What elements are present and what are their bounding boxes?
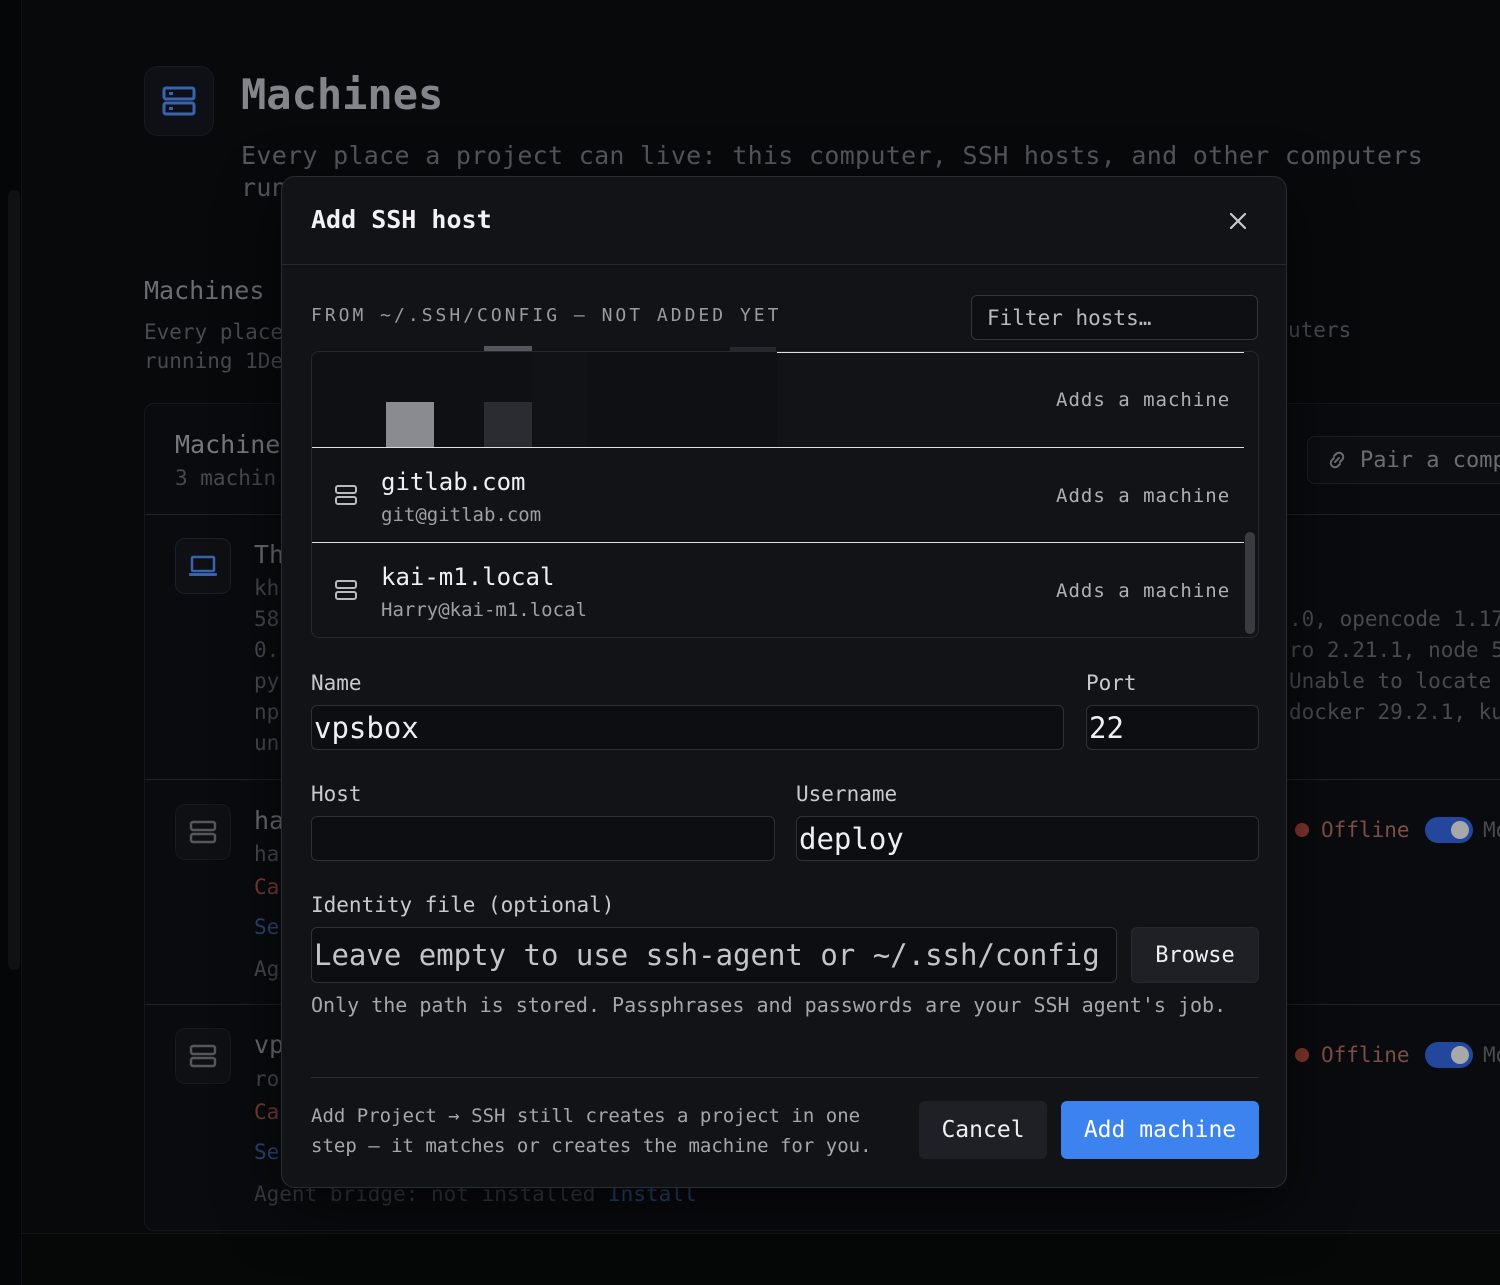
toggle-label: Mo [1483,1043,1500,1067]
server-icon [335,580,357,600]
machine-detail: 58 [254,607,280,631]
machine-link[interactable]: Se [254,915,279,939]
ssh-host-list: Adds a machine gitlab.com git@gitlab.com… [311,351,1259,638]
machine-toggle[interactable] [1425,817,1473,843]
host-input[interactable] [311,816,775,861]
filter-hosts-input[interactable] [971,295,1258,340]
name-label: Name [311,671,362,695]
link-icon [1329,451,1345,469]
bottom-bar [22,1233,1500,1285]
identity-file-label: Identity file (optional) [311,893,615,917]
offline-dot-icon [1295,823,1309,837]
machine-host: ha [254,842,280,866]
status-badge: Offline [1295,1043,1410,1067]
port-input[interactable] [1086,705,1259,750]
render-artifact [386,402,434,447]
port-label: Port [1086,671,1137,695]
page-icon [144,66,214,136]
identity-help-text: Only the path is stored. Passphrases and… [311,993,1227,1017]
machine-detail: kh [254,576,280,600]
section-subtitle-fragment: uters [1288,318,1352,342]
machine-icon [175,538,231,594]
dialog-header: Add SSH host [282,177,1286,265]
machine-name: Th [254,540,285,569]
host-list-scrollbar[interactable] [1245,532,1255,634]
page-title: Machines [241,70,444,119]
server-icon [335,485,357,505]
add-ssh-host-dialog: Add SSH host FROM ~/.SSH/CONFIG — NOT AD… [281,176,1287,1188]
machine-agent: Ag [254,957,280,981]
status-label: Offline [1321,1043,1410,1067]
host-name: gitlab.com [381,468,526,496]
status-label: Offline [1321,818,1410,842]
host-action: Adds a machine [1056,580,1231,602]
machine-link[interactable]: Se [254,1140,279,1164]
server-icon [162,86,196,116]
host-address: git@gitlab.com [381,504,542,526]
machine-name: ha [254,806,285,835]
machine-count: 3 machin [175,466,277,490]
host-label: Host [311,782,362,806]
render-artifact [532,352,587,447]
card-title: Machine [175,430,281,459]
machine-icon [175,1028,231,1084]
render-artifact [484,402,532,447]
section-title: Machines [144,276,265,305]
status-badge: Offline [1295,818,1410,842]
machine-name: vp [254,1030,285,1059]
machine-warning: Ca [254,875,280,899]
server-icon [189,820,217,844]
host-name: kai-m1.local [381,563,555,591]
laptop-icon [189,555,217,576]
username-label: Username [796,782,898,806]
add-machine-button[interactable]: Add machine [1061,1101,1259,1159]
toggle-label: Mo [1483,818,1500,842]
machine-icon [175,804,231,860]
page-subtitle-line: Every place a project can live: this com… [241,141,1424,170]
cancel-button[interactable]: Cancel [919,1101,1047,1159]
host-action: Adds a machine [1056,389,1231,411]
footer-note: Add Project → SSH still creates a projec… [311,1105,872,1157]
machine-host: ro [254,1067,280,1091]
pair-computer-button[interactable]: Pair a comp [1307,436,1500,484]
machine-tools: Unable to locate [1289,669,1492,693]
username-input[interactable] [796,816,1259,861]
host-row[interactable]: kai-m1.local Harry@kai-m1.local Adds a m… [312,542,1244,637]
offline-dot-icon [1295,1048,1309,1062]
machine-warning: Ca [254,1100,280,1124]
app-sidebar-rail [0,0,22,1285]
host-row[interactable]: Adds a machine [312,352,1244,447]
host-action: Adds a machine [1056,485,1231,507]
server-icon [189,1044,217,1068]
machine-toggle[interactable] [1425,1042,1473,1068]
close-icon [1229,212,1247,230]
render-artifact [777,352,1244,353]
close-button[interactable] [1222,205,1254,237]
pair-computer-label: Pair a comp [1360,447,1500,473]
identity-file-input[interactable] [311,927,1117,983]
machine-tools: ro 2.21.1, node 5. [1289,638,1500,662]
browse-button[interactable]: Browse [1131,927,1259,983]
host-row[interactable]: gitlab.com git@gitlab.com Adds a machine [312,447,1244,542]
machine-detail: py [254,669,280,693]
machine-tools: docker 29.2.1, kub [1289,700,1500,724]
ssh-config-section-label: FROM ~/.SSH/CONFIG — NOT ADDED YET [311,305,782,326]
name-input[interactable] [311,705,1064,750]
machine-tools: .0, opencode 1.17. [1289,607,1500,631]
dialog-title: Add SSH host [311,205,492,234]
sidebar-scrollbar[interactable] [8,190,20,970]
divider [311,1077,1259,1078]
host-address: Harry@kai-m1.local [381,599,587,621]
machine-detail: 0. [254,638,280,662]
